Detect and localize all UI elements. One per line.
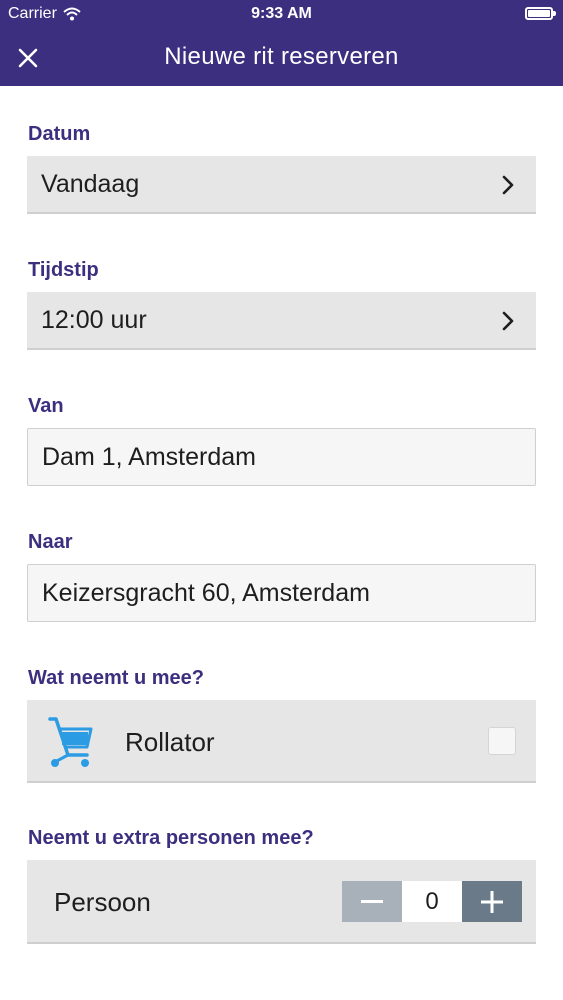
persoon-count: 0 xyxy=(402,881,462,922)
minus-icon xyxy=(361,899,383,903)
van-input[interactable]: Dam 1, Amsterdam xyxy=(27,428,536,486)
naar-value: Keizersgracht 60, Amsterdam xyxy=(42,578,370,607)
persoon-stepper: 0 xyxy=(342,881,522,922)
chevron-right-icon xyxy=(502,311,514,331)
persoon-label: Persoon xyxy=(54,887,151,917)
increment-button[interactable] xyxy=(462,881,522,922)
plus-icon xyxy=(481,890,503,913)
rollator-cart-icon xyxy=(48,717,93,767)
rollator-option[interactable]: Rollator xyxy=(27,700,536,783)
extra-personen-label: Neemt u extra personen mee? xyxy=(28,827,314,849)
nav-bar: Nieuwe rit reserveren xyxy=(0,30,563,86)
datum-value: Vandaag xyxy=(41,169,140,198)
van-label: Van xyxy=(28,395,64,417)
naar-input[interactable]: Keizersgracht 60, Amsterdam xyxy=(27,564,536,622)
tijdstip-select[interactable]: 12:00 uur xyxy=(27,292,536,350)
status-bar: Carrier 9:33 AM xyxy=(0,0,563,30)
tijdstip-label: Tijdstip xyxy=(28,259,99,281)
rollator-checkbox[interactable] xyxy=(488,727,516,755)
datum-select[interactable]: Vandaag xyxy=(27,156,536,214)
van-value: Dam 1, Amsterdam xyxy=(42,442,256,471)
battery-icon xyxy=(525,7,556,20)
persoon-row: Persoon 0 xyxy=(27,860,536,944)
chevron-right-icon xyxy=(502,175,514,195)
tijdstip-value: 12:00 uur xyxy=(41,305,147,334)
page-title: Nieuwe rit reserveren xyxy=(164,43,399,70)
rollator-label: Rollator xyxy=(125,727,215,757)
datum-label: Datum xyxy=(28,123,91,145)
meenemen-label: Wat neemt u mee? xyxy=(28,667,204,689)
status-time: 9:33 AM xyxy=(251,5,312,22)
naar-label: Naar xyxy=(28,531,73,553)
decrement-button[interactable] xyxy=(342,881,402,922)
